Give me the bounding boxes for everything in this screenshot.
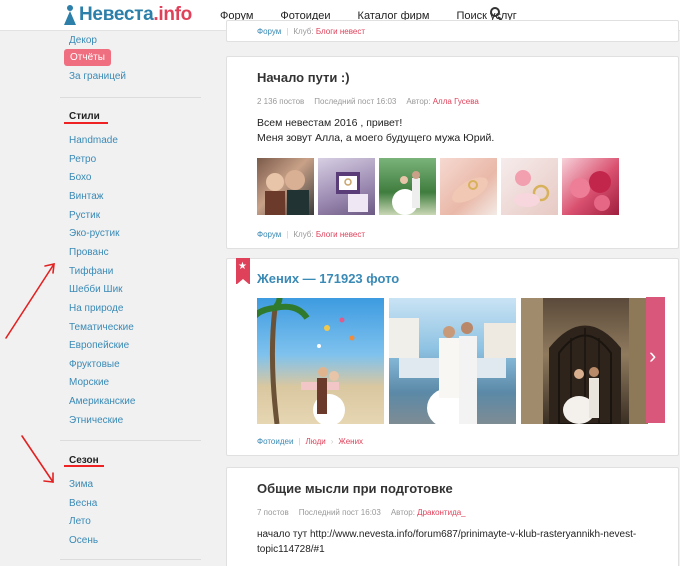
prev-post-footer: Форум | Клуб: Блоги невест xyxy=(257,27,365,36)
logo-suffix-text: .info xyxy=(153,4,192,25)
groom-gallery-card: ★ Жених — 171923 фото Фотоидеи | Люди › … xyxy=(226,258,679,456)
last-post-time: Последний пост 16:03 xyxy=(314,97,397,106)
post-count: 7 постов xyxy=(257,508,289,517)
post-meta: 2 136 постов Последний пост 16:03 Автор: А… xyxy=(257,97,479,106)
prev-club-label: Клуб: xyxy=(293,27,314,36)
wedding-couple-photo-icon xyxy=(392,171,420,215)
photo-thumbnail[interactable] xyxy=(318,158,375,215)
author-link[interactable]: Драконтида_ xyxy=(417,508,465,517)
post-title[interactable]: Начало пути :) xyxy=(257,70,350,85)
breadcrumb-groom[interactable]: Жених xyxy=(338,437,363,446)
post-meta: 7 постов Последний пост 16:03 Автор: Драко… xyxy=(257,508,466,517)
forum-link[interactable]: Форум xyxy=(257,230,281,239)
prev-post-card: Форум | Клуб: Блоги невест xyxy=(226,20,679,42)
rings-flowers-photo-icon xyxy=(514,170,550,207)
post-text-line: Меня зовут Алла, а моего будущего мужа Ю… xyxy=(257,132,495,144)
post-card-thoughts: Общие мысли при подготовке 7 постов После… xyxy=(226,467,679,566)
photo-thumbnail[interactable] xyxy=(501,158,558,215)
groom-photo-beach[interactable] xyxy=(257,298,384,424)
post-text-line: Всем невестам 2016 , привет! xyxy=(257,117,403,129)
author-link[interactable]: Алла Гусева xyxy=(433,97,479,106)
pink-flowers-photo-icon xyxy=(570,171,611,211)
post-count: 2 136 постов xyxy=(257,97,305,106)
post-text-line: topic114728/#1 xyxy=(257,544,325,555)
page: Невеста.info Форум Фотоидеи Каталог фирм… xyxy=(0,0,680,566)
stone-arch-photo-icon xyxy=(521,298,648,424)
last-post-time: Последний пост 16:03 xyxy=(298,508,381,517)
post-excerpt: Всем невестам 2016 , привет! Меня зовут … xyxy=(257,116,494,146)
author-label: Автор: xyxy=(390,508,415,517)
chevron-right-icon: › xyxy=(649,343,657,368)
post-title[interactable]: Общие мысли при подготовке xyxy=(257,481,453,496)
photo-thumbnail[interactable] xyxy=(562,158,619,215)
marina-wedding-photo-icon xyxy=(389,318,516,424)
annotation-arrows xyxy=(5,262,55,483)
prev-forum-link[interactable]: Форум xyxy=(257,27,281,36)
club-link[interactable]: Блоги невест xyxy=(316,230,365,239)
gallery-next-button[interactable]: › xyxy=(646,297,665,423)
author-label: Автор: xyxy=(406,97,431,106)
arrow-to-season xyxy=(21,435,54,483)
gallery-breadcrumb: Фотоидеи | Люди › Жених xyxy=(257,437,364,446)
post-card-start: Начало пути :) 2 136 постов Последний пос… xyxy=(226,56,679,249)
groom-photo-arch[interactable] xyxy=(521,298,648,424)
breadcrumb-people[interactable]: Люди xyxy=(306,437,326,446)
photo-thumbnail[interactable] xyxy=(379,158,436,215)
photo-thumbnail[interactable] xyxy=(257,158,314,215)
gallery-title[interactable]: Жених — 171923 фото xyxy=(257,271,399,286)
post-text-line: начало тут http://www.nevesta.info/forum… xyxy=(257,529,637,540)
hands-ring-photo-icon xyxy=(452,177,488,203)
arrow-to-styles xyxy=(5,263,55,339)
post-excerpt: начало тут http://www.nevesta.info/forum… xyxy=(257,527,636,557)
bookmark-star-icon: ★ xyxy=(236,258,250,285)
breadcrumb-photo-ideas[interactable]: Фотоидеи xyxy=(257,437,293,446)
club-label: Клуб: xyxy=(293,230,314,239)
ring-box-photo-icon xyxy=(336,172,368,212)
groom-photo-marina[interactable] xyxy=(389,298,516,424)
photo-thumbnail[interactable] xyxy=(440,158,497,215)
post-footer: Форум | Клуб: Блоги невест xyxy=(257,230,365,239)
prev-club-link[interactable]: Блоги невест xyxy=(316,27,365,36)
couple-photo-icon xyxy=(265,170,309,215)
beach-wedding-photo-icon xyxy=(257,298,355,424)
